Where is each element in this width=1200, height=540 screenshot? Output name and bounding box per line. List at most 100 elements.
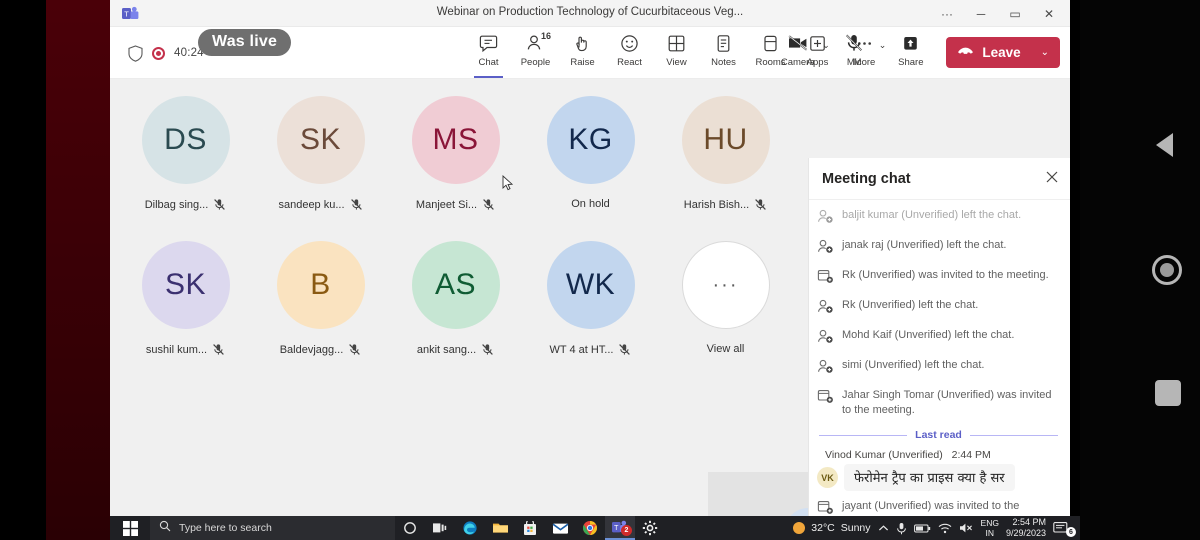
wifi-icon[interactable] — [938, 523, 952, 534]
edge-icon[interactable] — [455, 516, 485, 540]
battery-icon[interactable] — [913, 523, 931, 534]
toolbar-item-raise[interactable]: Raise — [559, 27, 606, 79]
leave-button[interactable]: Leave ⌄ — [946, 37, 1060, 68]
message-meta: Vinod Kumar (Unverified) 2:44 PM — [817, 446, 1060, 464]
participant-tile[interactable]: SK sushil kum... — [118, 234, 253, 379]
toolbar-item-react[interactable]: React — [606, 27, 653, 79]
view-all-label-row: View all — [707, 343, 745, 355]
participant-tile[interactable]: B Baldevjagg... — [253, 234, 388, 379]
participant-tile[interactable]: WK WT 4 at HT... — [523, 234, 658, 379]
close-icon[interactable] — [1045, 170, 1059, 188]
toolbar-label-raise: Raise — [570, 57, 595, 68]
teams-window: T Webinar on Production Technology of Cu… — [110, 0, 1070, 540]
share-button[interactable]: Share — [887, 27, 934, 79]
window-title-bar: T Webinar on Production Technology of Cu… — [110, 0, 1070, 27]
participant-tile[interactable]: HU Harish Bish... — [658, 89, 793, 234]
sun-icon — [793, 522, 806, 534]
message-text: फेरोमेन ट्रैप का प्राइस क्या है सर — [844, 464, 1015, 491]
view-all-tile[interactable]: ··· View all — [658, 234, 793, 379]
windows-start-icon[interactable] — [110, 520, 150, 536]
android-home-icon[interactable] — [1152, 255, 1182, 285]
windows-taskbar: Type here to search T 2 32°C Sunny ENG I… — [110, 516, 1080, 540]
chat-title: Meeting chat — [822, 170, 911, 187]
taskbar-clock[interactable]: 2:54 PM 9/29/2023 — [1006, 517, 1046, 539]
person-left-icon — [817, 328, 834, 349]
toolbar-item-notes[interactable]: Notes — [700, 27, 747, 79]
android-back-icon[interactable] — [1156, 133, 1173, 157]
participant-name: Harish Bish... — [683, 198, 750, 211]
microsoft-store-icon[interactable] — [515, 516, 545, 540]
toolbar-item-chat[interactable]: Chat — [465, 27, 512, 79]
minimize-button[interactable]: ─ — [964, 0, 998, 27]
language-secondary: IN — [985, 528, 994, 538]
volume-mute-icon[interactable] — [959, 522, 974, 534]
last-read-divider: Last read — [817, 423, 1060, 446]
participant-name: sushil kum... — [145, 343, 208, 356]
participant-row: DS Dilbag sing... SK sandeep ku... MS Ma… — [118, 89, 808, 234]
teams-badge-count: 2 — [621, 525, 632, 536]
react-smiley-icon — [620, 32, 639, 54]
avatar: AS — [411, 241, 500, 329]
mic-off-icon — [481, 343, 494, 356]
participant-name-row: WT 4 at HT... — [550, 343, 632, 356]
mic-off-icon — [213, 198, 226, 211]
chat-message[interactable]: VK फेरोमेन ट्रैप का प्राइस क्या है सर — [817, 464, 1060, 491]
participant-status: On hold — [571, 198, 610, 210]
system-message: Mohd Kaif (Unverified) left the chat. — [817, 324, 1060, 354]
participant-name-row: ankit sang... — [417, 343, 494, 356]
camera-toggle-button[interactable]: Camera — [774, 27, 821, 79]
chevron-up-icon[interactable] — [878, 524, 889, 533]
file-explorer-icon[interactable] — [485, 516, 515, 540]
teams-icon[interactable]: T 2 — [605, 516, 635, 540]
participant-tile[interactable]: KG On hold — [523, 89, 658, 234]
message-author: Vinod Kumar (Unverified) — [825, 449, 943, 461]
avatar: MS — [411, 96, 500, 184]
task-view-icon[interactable] — [425, 516, 455, 540]
participant-tile[interactable]: AS ankit sang... — [388, 234, 523, 379]
person-left-icon — [817, 358, 834, 379]
android-recent-icon[interactable] — [1155, 380, 1181, 406]
participant-name-row: Dilbag sing... — [145, 198, 227, 211]
raise-hand-icon — [573, 32, 592, 54]
mic-toggle-button[interactable]: Mic — [831, 27, 878, 79]
toolbar-item-people[interactable]: 16 People — [512, 27, 559, 79]
avatar: SK — [141, 241, 230, 329]
meeting-stage: DS Dilbag sing... SK sandeep ku... MS Ma… — [110, 79, 1070, 540]
participant-name: sandeep ku... — [278, 198, 345, 211]
maximize-button[interactable]: ▭ — [998, 0, 1032, 27]
search-icon — [159, 519, 171, 537]
chat-message-list[interactable]: baljit kumar (Unverified) left the chat.… — [809, 200, 1070, 518]
window-more-button[interactable]: ··· — [930, 0, 964, 27]
person-left-icon — [817, 298, 834, 319]
meeting-invite-icon — [817, 268, 834, 289]
system-message-text: Mohd Kaif (Unverified) left the chat. — [842, 329, 1015, 341]
cortana-circle-icon[interactable] — [395, 516, 425, 540]
notes-icon — [714, 32, 733, 54]
leave-chevron-down-icon[interactable]: ⌄ — [1041, 47, 1056, 58]
mic-tray-icon[interactable] — [896, 522, 907, 535]
participant-tile[interactable]: DS Dilbag sing... — [118, 89, 253, 234]
notification-count: 6 — [1066, 527, 1076, 537]
mail-icon[interactable] — [545, 516, 575, 540]
participant-tile[interactable]: MS Manjeet Si... — [388, 89, 523, 234]
mic-chevron-down-icon[interactable]: ⌄ — [879, 27, 887, 51]
was-live-badge: Was live — [198, 29, 292, 56]
language-indicator[interactable]: ENG IN — [981, 518, 999, 538]
system-message: Jahar Singh Tomar (Unverified) was invit… — [817, 384, 1060, 423]
toolbar-item-view[interactable]: View — [653, 27, 700, 79]
system-message-text: baljit kumar (Unverified) left the chat. — [842, 209, 1022, 221]
close-button[interactable]: ✕ — [1032, 0, 1066, 27]
settings-gear-icon[interactable] — [635, 516, 665, 540]
more-ellipsis-icon: ··· — [681, 241, 770, 329]
meeting-toolbar: 40:24 Was live Chat 16 People Raise Reac… — [110, 27, 1070, 79]
svg-text:T: T — [614, 525, 619, 532]
weather-widget[interactable]: 32°C Sunny — [793, 522, 871, 534]
taskbar-search-box[interactable]: Type here to search — [150, 516, 395, 540]
participant-tile[interactable]: SK sandeep ku... — [253, 89, 388, 234]
camera-chevron-down-icon[interactable]: ⌄ — [822, 27, 830, 51]
notification-icon[interactable]: 6 — [1053, 521, 1076, 537]
person-left-icon — [817, 238, 834, 259]
participant-grid: DS Dilbag sing... SK sandeep ku... MS Ma… — [118, 89, 808, 379]
chrome-icon[interactable] — [575, 516, 605, 540]
window-title: Webinar on Production Technology of Cucu… — [436, 6, 744, 18]
